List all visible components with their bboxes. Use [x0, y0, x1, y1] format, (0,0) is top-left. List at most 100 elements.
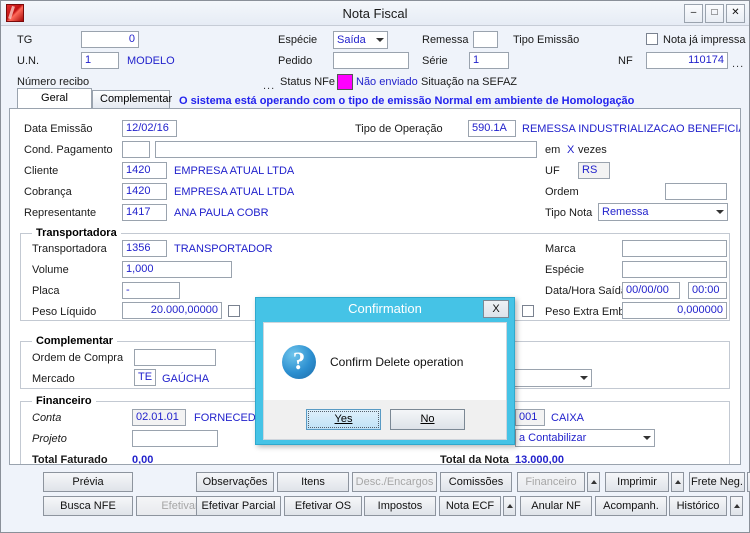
nf-ellipsis-button[interactable]: ...	[732, 59, 744, 70]
tipo-nota-select[interactable]: Remessa	[598, 203, 728, 221]
uf-input[interactable]: RS	[578, 162, 610, 179]
historico-button[interactable]: Histórico	[669, 496, 727, 516]
remessa-input[interactable]	[473, 31, 498, 48]
uf-label: UF	[545, 165, 560, 177]
recibo-ellipsis-button[interactable]: ...	[263, 81, 275, 92]
frete-neg-button[interactable]: Frete Neg.	[689, 472, 745, 492]
mercado-description: GAÚCHA	[162, 373, 210, 385]
acompanh-button[interactable]: Acompanh.	[595, 496, 667, 516]
transportadora-code-input[interactable]: 1356	[122, 240, 167, 257]
impostos-button[interactable]: Impostos	[364, 496, 436, 516]
confirmation-dialog: Confirmation X ? Confirm Delete operatio…	[255, 297, 515, 445]
dialog-yes-button[interactable]: Yes	[306, 409, 381, 430]
tipo-operacao-code-input[interactable]: 590.1A	[468, 120, 516, 137]
previa-button[interactable]: Prévia	[43, 472, 133, 492]
caret-up-icon	[674, 480, 681, 485]
window-title: Nota Fiscal	[342, 5, 408, 21]
portador-code-input[interactable]: 001	[515, 409, 545, 426]
tab-geral[interactable]: Geral	[17, 88, 92, 108]
serie-label: Série	[422, 55, 448, 67]
pedido-input[interactable]	[333, 52, 409, 69]
especie-select[interactable]: Saída	[333, 31, 388, 49]
efetivar-parcial-button[interactable]: Efetivar Parcial	[196, 496, 281, 516]
hora-saida-input[interactable]: 00:00	[688, 282, 727, 299]
question-mark-icon: ?	[282, 345, 316, 379]
total-nota-value: 13.000,00	[515, 454, 564, 465]
tg-input[interactable]: 0	[81, 31, 139, 48]
peso-extra-checkbox[interactable]	[522, 305, 534, 317]
cond-pagamento-desc-input[interactable]	[155, 141, 537, 158]
projeto-input[interactable]	[132, 430, 218, 447]
nota-ja-impressa-checkbox[interactable]	[646, 33, 658, 45]
peso-liquido-checkbox[interactable]	[228, 305, 240, 317]
action-button-bar: Prévia Observações Itens Desc./Encargos …	[9, 468, 750, 526]
dialog-yes-label: Yes	[334, 413, 353, 425]
contabilidade-select[interactable]: a Contabilizar	[515, 429, 655, 447]
cond-pagamento-code-input[interactable]	[122, 141, 150, 158]
cobranca-label: Cobrança	[24, 186, 72, 198]
historico-spinner-button[interactable]	[730, 496, 743, 516]
form-panel: Data Emissão 12/02/16 Cond. Pagamento Cl…	[9, 108, 741, 465]
dialog-close-button[interactable]: X	[483, 300, 509, 318]
placa-input[interactable]: -	[122, 282, 180, 299]
serie-input[interactable]: 1	[469, 52, 509, 69]
dialog-title: Confirmation	[348, 301, 422, 316]
busca-nfe-button[interactable]: Busca NFE	[43, 496, 133, 516]
imprimir-button[interactable]: Imprimir	[605, 472, 669, 492]
representante-code-input[interactable]: 1417	[122, 204, 167, 221]
nota-ecf-spinner-button[interactable]	[503, 496, 516, 516]
peso-liquido-input[interactable]: 20.000,00000	[122, 302, 222, 319]
observacoes-button[interactable]: Observações	[196, 472, 274, 492]
comissoes-button[interactable]: Comissões	[440, 472, 512, 492]
efetivar-os-button[interactable]: Efetivar OS	[284, 496, 362, 516]
peso-extra-input[interactable]: 0,000000	[622, 302, 727, 319]
nota-ecf-button[interactable]: Nota ECF	[439, 496, 501, 516]
dialog-no-button[interactable]: No	[390, 409, 465, 430]
minimize-button[interactable]: –	[684, 4, 703, 23]
ordem-label: Ordem	[545, 186, 579, 198]
anular-nf-button[interactable]: Anular NF	[520, 496, 592, 516]
itens-button[interactable]: Itens	[277, 472, 349, 492]
un-description: MODELO	[127, 55, 175, 67]
window-controls: – □ ✕	[684, 4, 745, 23]
imprimir-spinner-button[interactable]	[671, 472, 684, 492]
portador-description: CAIXA	[551, 412, 585, 424]
especie-transp-input[interactable]	[622, 261, 727, 278]
volume-input[interactable]: 1,000	[122, 261, 232, 278]
status-nfe-label: Status NFe	[280, 76, 336, 88]
data-emissao-label: Data Emissão	[24, 123, 93, 135]
marca-input[interactable]	[622, 240, 727, 257]
conta-code-input[interactable]: 02.01.01	[132, 409, 186, 426]
financeiro-spinner-button[interactable]	[587, 472, 600, 492]
caret-up-icon	[590, 480, 597, 485]
representante-description: ANA PAULA COBR	[174, 207, 269, 219]
mercado-code-input[interactable]: TE	[134, 369, 156, 386]
un-input[interactable]: 1	[81, 52, 119, 69]
volume-label: Volume	[32, 264, 69, 276]
pedido-label: Pedido	[278, 55, 313, 67]
caret-up-icon	[506, 504, 513, 509]
maximize-button[interactable]: □	[705, 4, 724, 23]
close-button[interactable]: ✕	[726, 4, 745, 23]
cliente-code-input[interactable]: 1420	[122, 162, 167, 179]
tab-complementar[interactable]: Complementar	[92, 90, 172, 108]
em-label: em	[545, 144, 561, 156]
ordem-compra-label: Ordem de Compra	[32, 352, 124, 364]
cobranca-description: EMPRESA ATUAL LTDA	[174, 186, 295, 198]
cobranca-code-input[interactable]: 1420	[122, 183, 167, 200]
data-emissao-input[interactable]: 12/02/16	[122, 120, 177, 137]
financeiro-button[interactable]: Financeiro	[517, 472, 585, 492]
ordem-compra-input[interactable]	[134, 349, 216, 366]
nf-input[interactable]: 110174	[646, 52, 728, 69]
contabilidade-value: a Contabilizar	[519, 432, 587, 444]
desc-encargos-button[interactable]: Desc./Encargos	[352, 472, 437, 492]
ordem-input[interactable]	[665, 183, 727, 200]
data-saida-input[interactable]: 00/00/00	[622, 282, 680, 299]
mercado-label: Mercado	[32, 373, 75, 385]
status-nfe-color-swatch	[337, 74, 353, 90]
dialog-body: ? Confirm Delete operation	[263, 322, 507, 402]
conta-label: Conta	[32, 412, 62, 424]
remessa-label: Remessa	[422, 34, 469, 46]
representante-label: Representante	[24, 207, 97, 219]
numero-recibo-label: Número recibo	[17, 76, 90, 88]
